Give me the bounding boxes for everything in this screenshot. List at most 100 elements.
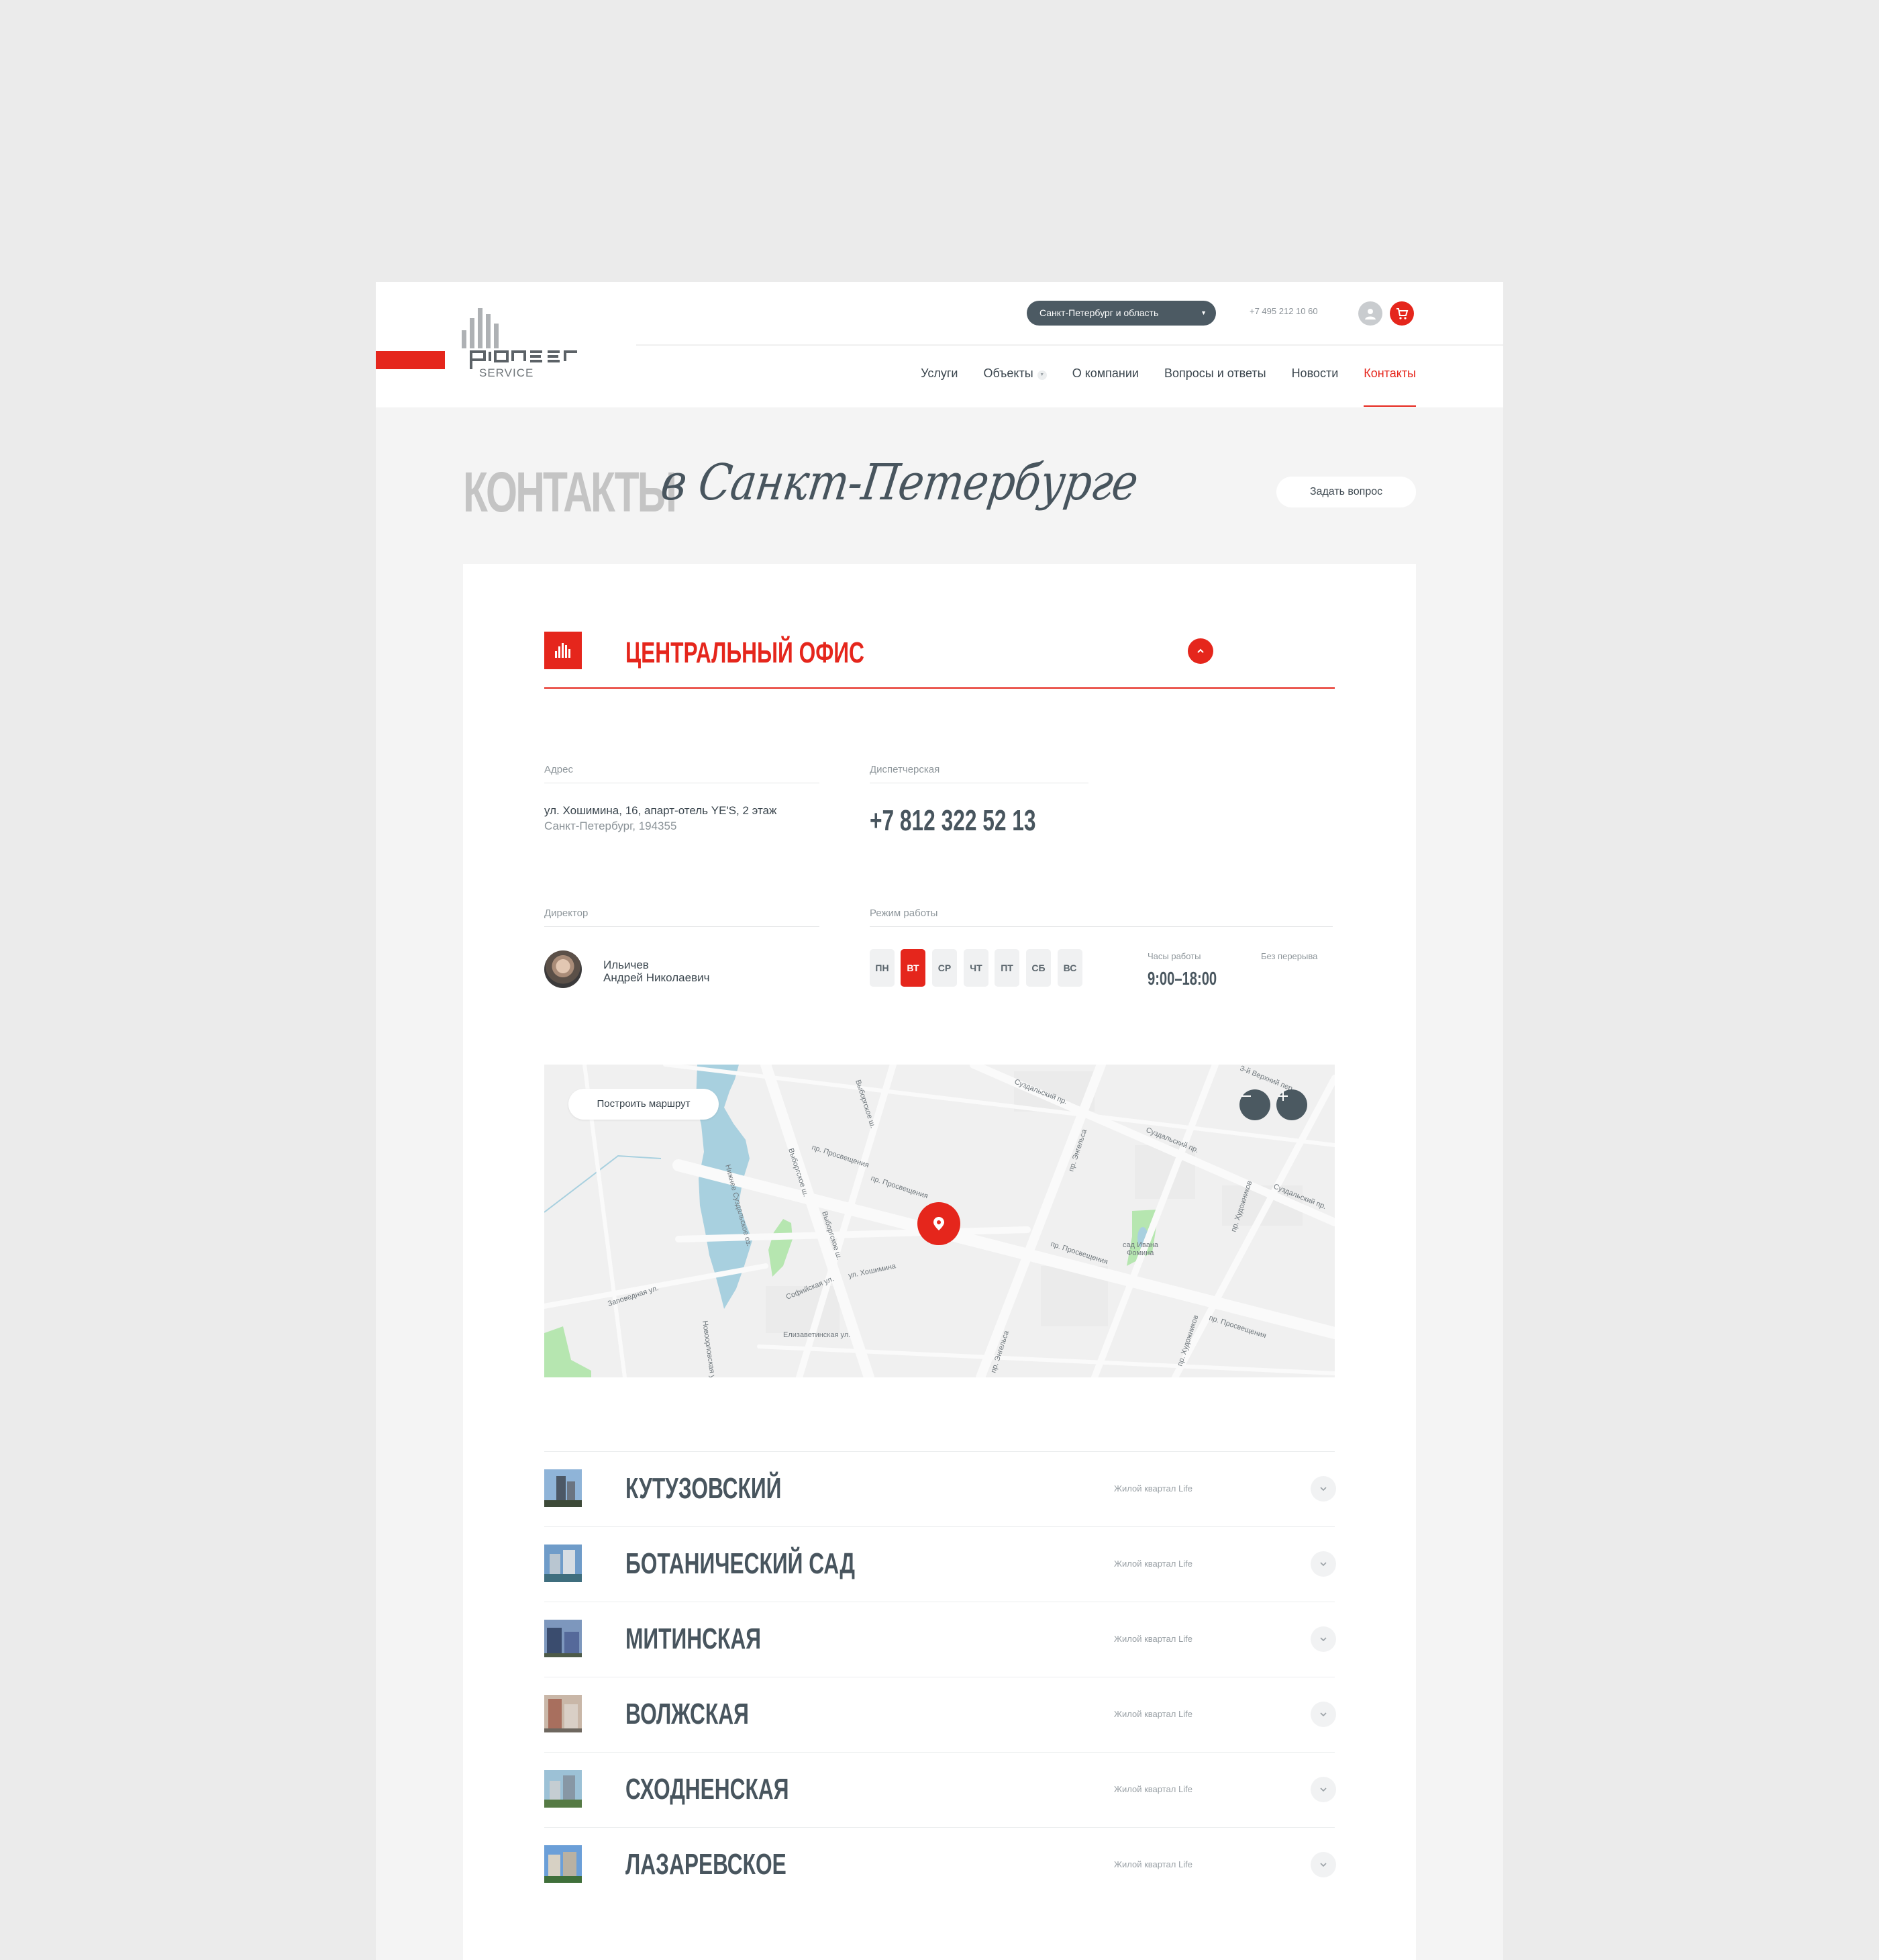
collapse-office-button[interactable] (1188, 638, 1213, 664)
nav-label: Новости (1291, 366, 1339, 380)
day-fri[interactable]: ПТ (995, 949, 1019, 987)
cart-icon (1396, 308, 1409, 320)
object-subtitle: Жилой квартал Life (1114, 1634, 1192, 1644)
nav-item-objects[interactable]: Объекты ▼ (983, 366, 1047, 407)
nav-label: О компании (1072, 366, 1139, 380)
hours-label: Часы работы (1148, 951, 1201, 961)
nav-item-services[interactable]: Услуги (921, 366, 958, 407)
object-row-botanical[interactable]: БОТАНИЧЕСКИЙ САД Жилой квартал Life (544, 1526, 1336, 1602)
cart-button[interactable] (1390, 301, 1414, 326)
director-name: Андрей Николаевич (603, 971, 710, 984)
build-route-button[interactable]: Построить маршрут (568, 1089, 719, 1120)
object-thumbnail (544, 1770, 582, 1808)
object-row-mitinskaya[interactable]: МИТИНСКАЯ Жилой квартал Life (544, 1602, 1336, 1677)
object-thumbnail (544, 1620, 582, 1657)
nav-label: Вопросы и ответы (1164, 366, 1266, 380)
chevron-down-icon (1320, 1863, 1327, 1867)
chevron-down-icon (1320, 1787, 1327, 1792)
object-title: МИТИНСКАЯ (625, 1622, 762, 1655)
logo-service-text: SERVICE (479, 366, 534, 379)
brand-stripe (376, 351, 445, 369)
nav-label: Объекты (983, 366, 1033, 380)
minus-icon (1241, 1095, 1251, 1097)
object-title: КУТУЗОВСКИЙ (625, 1472, 782, 1505)
header-divider (636, 344, 1503, 346)
chevron-down-icon (1320, 1487, 1327, 1491)
page-title: КОНТАКТЫ (463, 460, 677, 524)
expand-button[interactable] (1311, 1777, 1336, 1802)
plus-icon (1278, 1091, 1288, 1101)
chevron-down-icon (1320, 1712, 1327, 1717)
day-sun[interactable]: ВС (1058, 949, 1082, 987)
logo-graphic (462, 308, 577, 369)
day-mon[interactable]: ПН (870, 949, 895, 987)
object-title: СХОДНЕНСКАЯ (625, 1773, 789, 1806)
office-divider (544, 687, 1335, 689)
day-thu[interactable]: ЧТ (964, 949, 988, 987)
object-title: БОТАНИЧЕСКИЙ САД (625, 1547, 855, 1580)
object-title: ЛАЗАРЕВСКОЕ (625, 1848, 786, 1881)
address-label: Адрес (544, 764, 573, 775)
nav-label: Услуги (921, 366, 958, 380)
nav-item-contacts[interactable]: Контакты (1364, 366, 1416, 407)
dispatch-label: Диспетчерская (870, 764, 940, 775)
object-row-skhodnenskaya[interactable]: СХОДНЕНСКАЯ Жилой квартал Life (544, 1752, 1336, 1827)
map-pin[interactable] (917, 1202, 960, 1245)
director-surname: Ильичев (603, 959, 649, 971)
chevron-down-icon (1320, 1637, 1327, 1642)
user-account-button[interactable] (1358, 301, 1382, 326)
page-title-script: в Санкт-Петербурге (657, 454, 1141, 511)
object-row-lazarevskoe[interactable]: ЛАЗАРЕВСКОЕ Жилой квартал Life (544, 1827, 1336, 1902)
object-thumbnail (544, 1845, 582, 1883)
day-tue[interactable]: ВТ (901, 949, 925, 987)
object-subtitle: Жилой квартал Life (1114, 1859, 1192, 1869)
address-line2: Санкт-Петербург, 194355 (544, 820, 677, 832)
main-nav: Услуги Объекты ▼ О компании Вопросы и отв… (895, 366, 1416, 407)
zoom-out-button[interactable] (1239, 1089, 1270, 1120)
office-map[interactable]: Нижнее Суздальское оз. сад Ивана Фомина … (544, 1065, 1335, 1377)
office-logo-icon (544, 632, 582, 669)
director-rule (544, 926, 819, 927)
office-title: ЦЕНТРАЛЬНЫЙ ОФИС (625, 636, 864, 669)
expand-button[interactable] (1311, 1626, 1336, 1652)
chevron-down-icon (1320, 1562, 1327, 1567)
object-subtitle: Жилой квартал Life (1114, 1784, 1192, 1794)
expand-button[interactable] (1311, 1551, 1336, 1577)
page-frame: SERVICE Санкт-Петербург и область ▼ +7 4… (376, 282, 1503, 1960)
region-select[interactable]: Санкт-Петербург и область ▼ (1027, 301, 1216, 326)
dispatch-phone[interactable]: +7 812 322 52 13 (870, 804, 1036, 838)
chevron-down-icon: ▼ (1201, 309, 1207, 316)
expand-button[interactable] (1311, 1702, 1336, 1727)
object-thumbnail (544, 1545, 582, 1582)
map-label-park2: Фомина (1127, 1249, 1154, 1257)
object-row-kutuzovsky[interactable]: КУТУЗОВСКИЙ Жилой квартал Life (544, 1451, 1336, 1526)
object-row-volzhskaya[interactable]: ВОЛЖСКАЯ Жилой квартал Life (544, 1677, 1336, 1752)
object-title: ВОЛЖСКАЯ (625, 1698, 749, 1730)
expand-button[interactable] (1311, 1852, 1336, 1877)
bars-icon (555, 643, 570, 658)
break-label: Без перерыва (1261, 951, 1318, 961)
schedule-label: Режим работы (870, 908, 938, 919)
ask-question-button[interactable]: Задать вопрос (1276, 477, 1416, 507)
object-subtitle: Жилой квартал Life (1114, 1709, 1192, 1719)
zoom-in-button[interactable] (1276, 1089, 1307, 1120)
pioneer-logo[interactable]: SERVICE (462, 305, 616, 385)
location-pin-icon (933, 1217, 944, 1230)
nav-item-faq[interactable]: Вопросы и ответы (1164, 366, 1266, 407)
object-subtitle: Жилой квартал Life (1114, 1483, 1192, 1493)
nav-item-about[interactable]: О компании (1072, 366, 1139, 407)
chevron-up-icon (1197, 648, 1204, 653)
chevron-down-icon: ▼ (1037, 371, 1047, 380)
nav-item-news[interactable]: Новости (1292, 366, 1339, 407)
user-icon (1365, 309, 1376, 320)
day-sat[interactable]: СБ (1026, 949, 1051, 987)
header-phone[interactable]: +7 495 212 10 60 (1250, 306, 1318, 316)
address-line1: ул. Хошимина, 16, апарт-отель YE'S, 2 эт… (544, 804, 777, 817)
hours-value: 9:00–18:00 (1148, 968, 1217, 989)
nav-label: Контакты (1364, 366, 1416, 380)
map-label-park: сад Ивана (1123, 1241, 1159, 1249)
day-wed[interactable]: СР (932, 949, 957, 987)
region-select-value: Санкт-Петербург и область (1039, 307, 1159, 318)
object-thumbnail (544, 1469, 582, 1507)
expand-button[interactable] (1311, 1476, 1336, 1502)
